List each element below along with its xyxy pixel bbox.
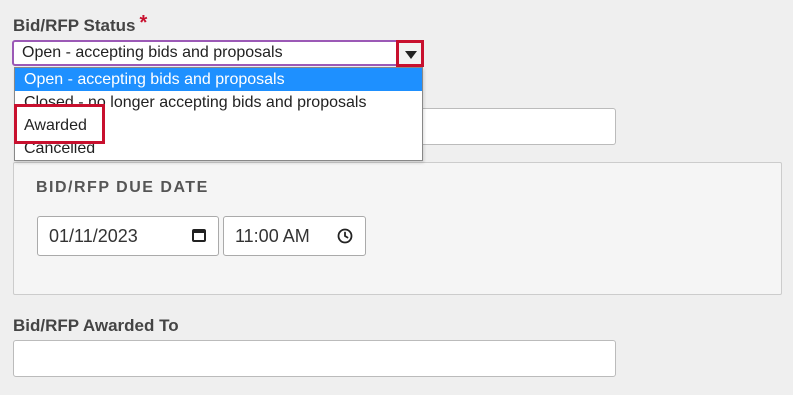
dropdown-arrow-button[interactable] — [396, 40, 424, 67]
required-marker: * — [139, 12, 148, 34]
awarded-to-input[interactable] — [13, 340, 616, 377]
due-time-input[interactable]: 11:00 AM — [223, 216, 366, 256]
due-date-title: BID/RFP DUE DATE — [36, 179, 209, 196]
status-option-open[interactable]: Open - accepting bids and proposals — [15, 68, 422, 91]
status-select[interactable]: Open - accepting bids and proposals — [12, 40, 422, 66]
status-label: Bid/RFP Status * — [13, 12, 148, 37]
partially-hidden-input[interactable] — [422, 108, 616, 145]
status-option-cancelled[interactable]: Cancelled — [15, 137, 422, 160]
due-time-value: 11:00 AM — [235, 226, 310, 246]
clock-icon[interactable] — [337, 228, 353, 244]
awarded-to-label: Bid/RFP Awarded To — [13, 316, 179, 335]
due-date-input[interactable]: 01/11/2023 — [37, 216, 219, 256]
status-option-closed[interactable]: Closed - no longer accepting bids and pr… — [15, 91, 422, 114]
caret-down-icon — [405, 51, 417, 59]
due-date-value: 01/11/2023 — [49, 226, 138, 246]
status-label-text: Bid/RFP Status — [13, 16, 136, 35]
status-dropdown-list: Open - accepting bids and proposals Clos… — [14, 67, 423, 161]
status-select-value: Open - accepting bids and proposals — [22, 44, 283, 61]
calendar-icon[interactable] — [192, 229, 206, 242]
status-option-awarded[interactable]: Awarded — [15, 114, 422, 137]
